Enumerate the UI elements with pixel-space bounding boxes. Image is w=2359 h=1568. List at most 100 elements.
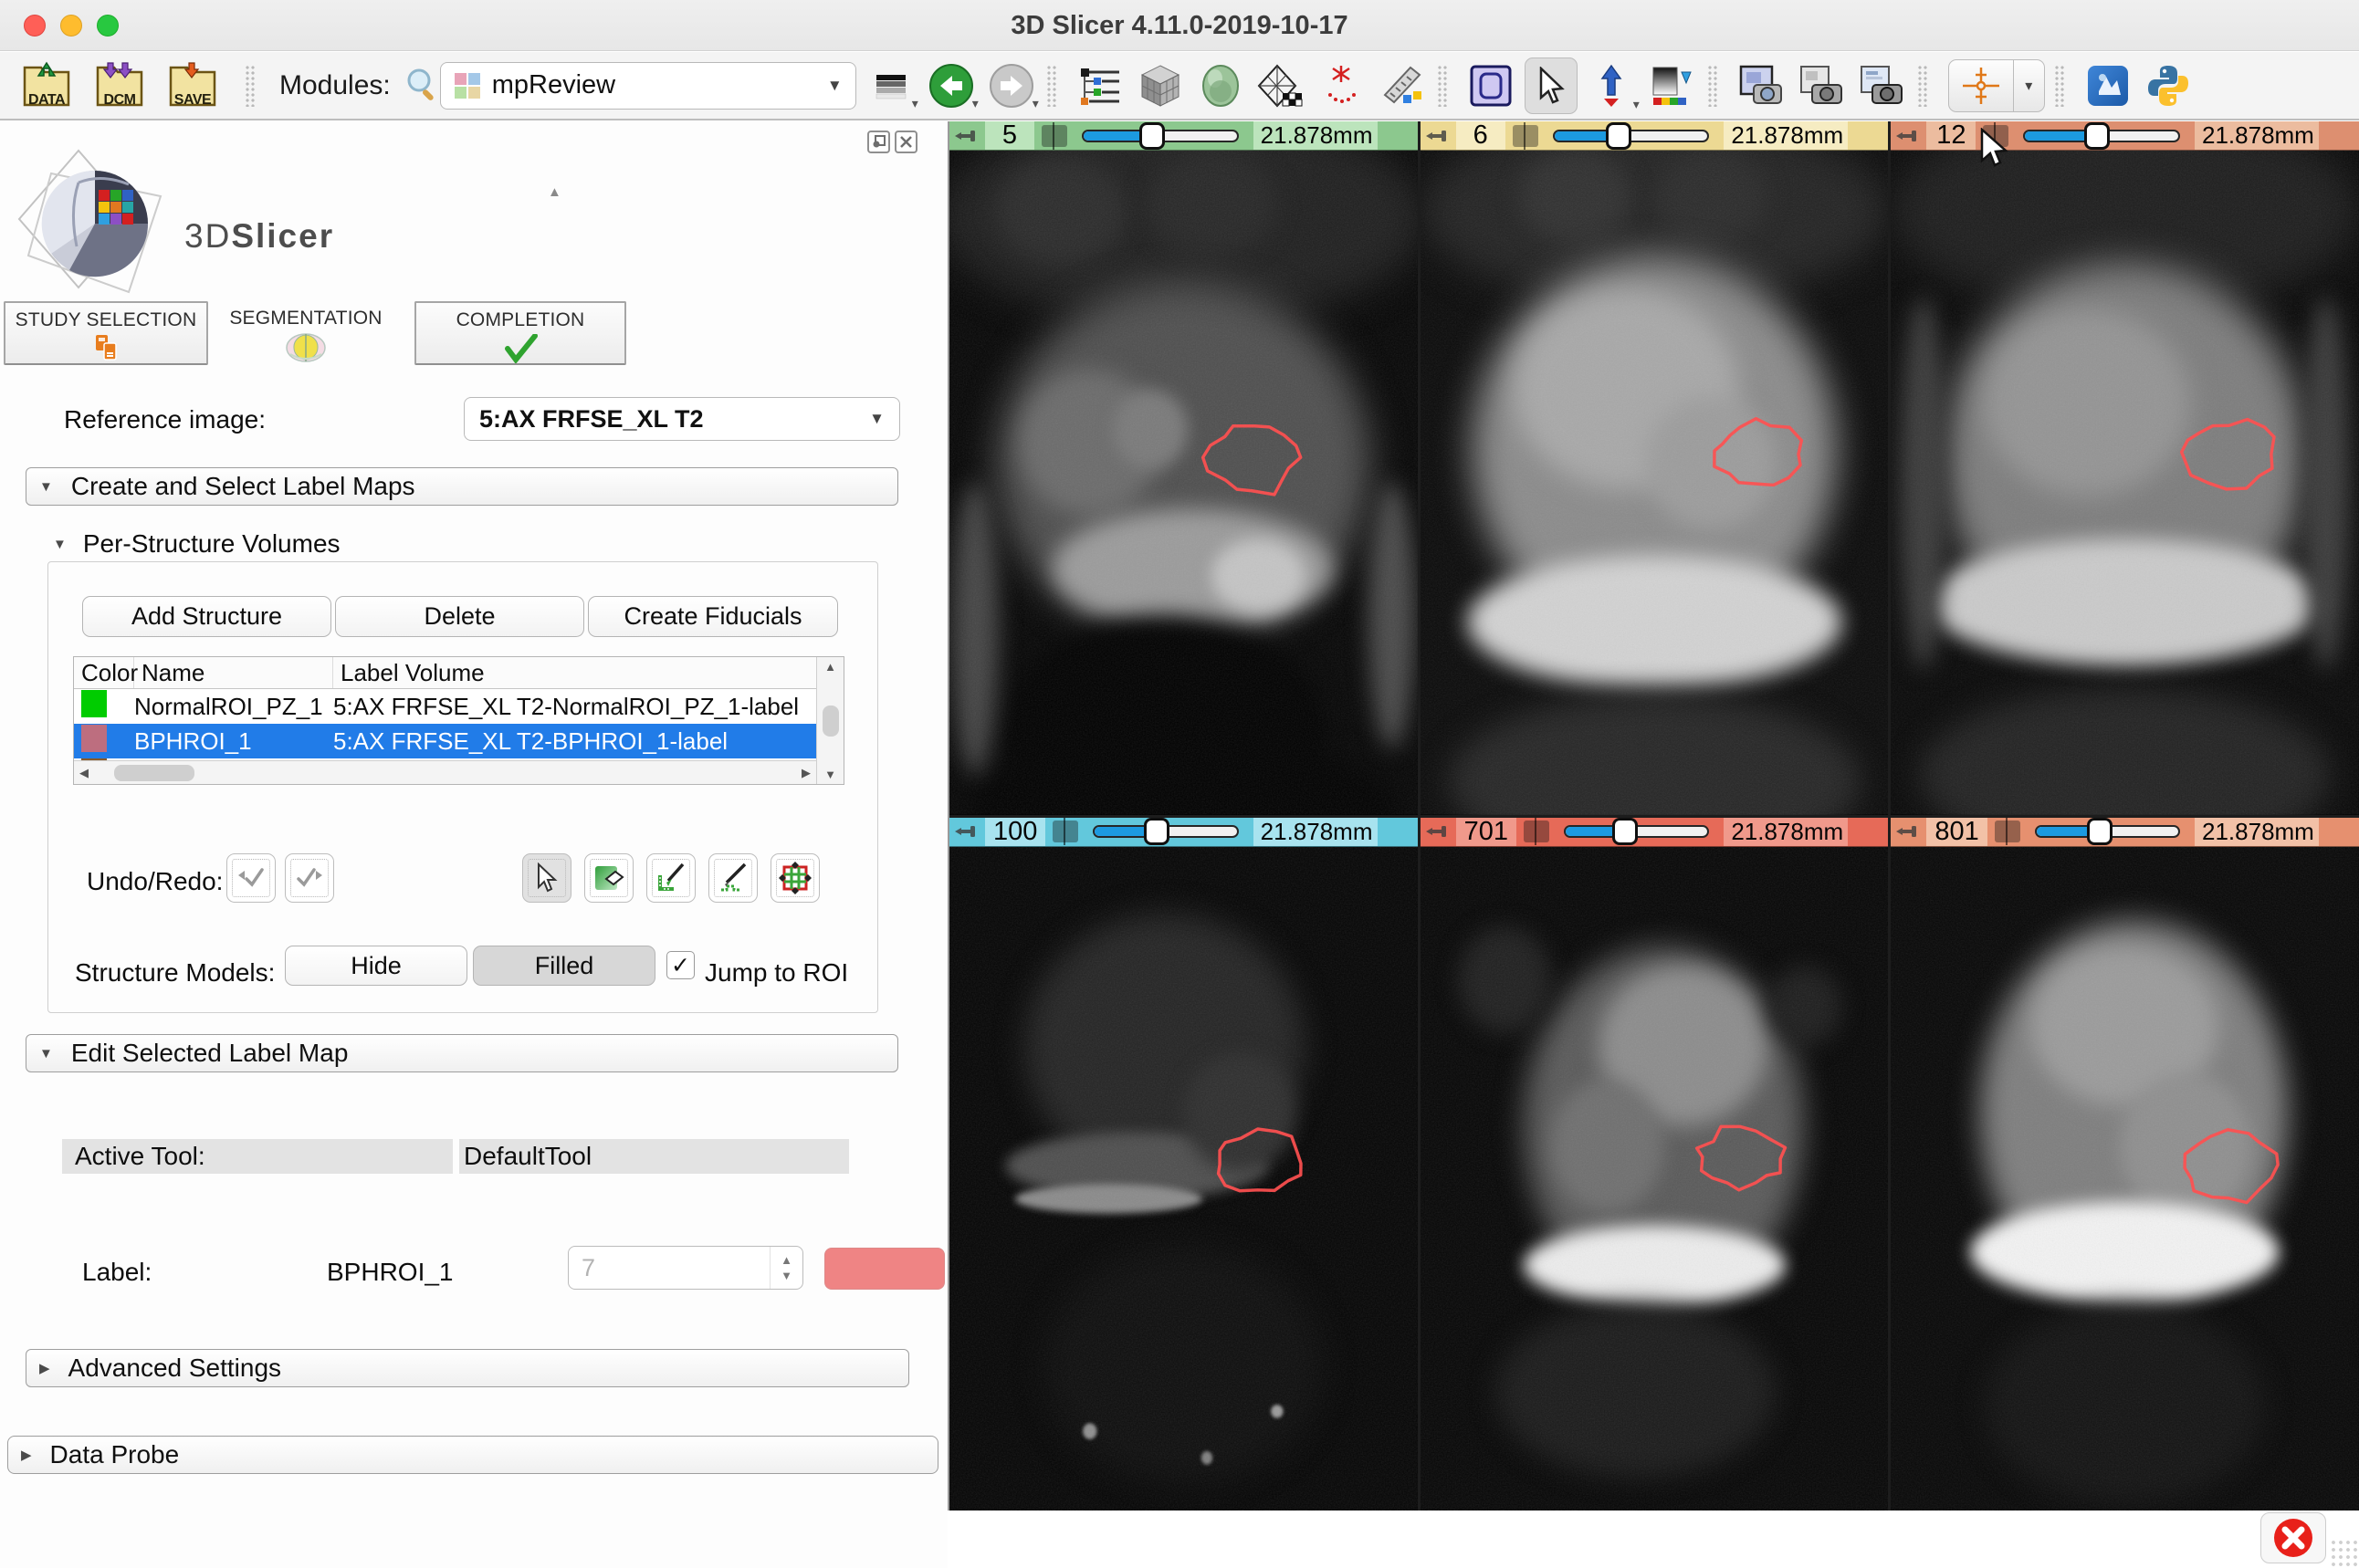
python-console-icon[interactable] [2142,57,2195,114]
scroll-down-icon[interactable]: ▼ [824,768,836,781]
mri-slice-image[interactable] [1891,151,2359,815]
layout-selector-button[interactable]: ▾ [865,58,917,113]
tab-segmentation[interactable]: SEGMENTATION [225,301,387,365]
draw-tool-button[interactable] [708,853,758,903]
pin-icon[interactable] [954,824,978,839]
slider-handle[interactable] [1606,122,1631,150]
undo-button[interactable] [226,853,276,903]
structure-row-NormalROI_PZ_1[interactable]: NormalROI_PZ_15:AX FRFSE_XL T2-NormalROI… [74,689,844,724]
close-error-button[interactable] [2260,1512,2326,1563]
markups-module-icon[interactable] [1315,57,1368,114]
scene-view-restore-icon[interactable] [1855,57,1908,114]
hide-models-button[interactable]: Hide [285,946,467,986]
slice-menu-icon[interactable] [1053,821,1078,842]
table-hscrollbar[interactable]: ◀ ▶ [74,760,816,784]
crosshair-split-button[interactable]: ▾ [1948,59,2045,112]
close-panel-button[interactable] [895,131,917,153]
slice-menu-icon[interactable] [1995,821,2020,842]
slice-slider[interactable] [1093,825,1238,838]
crosshair-dropdown[interactable]: ▾ [2014,59,2045,112]
pin-icon[interactable] [1895,129,1919,143]
scroll-up-icon[interactable]: ▲ [548,184,561,200]
slider-handle[interactable] [1144,818,1169,845]
colors-module-icon[interactable] [1645,57,1698,114]
mri-slice-image[interactable] [1421,151,1889,815]
reference-image-combobox[interactable]: 5:AX FRFSE_XL T2 ▼ [464,397,900,441]
mri-view[interactable] [1891,847,2359,1511]
window-level-icon[interactable] [1464,57,1517,114]
structure-row-BPHROI_1[interactable]: BPHROI_15:AX FRFSE_XL T2-BPHROI_1-label [74,724,844,758]
slider-handle[interactable] [2084,122,2110,150]
grow-cut-tool-button[interactable] [771,853,820,903]
slice-menu-icon[interactable] [1042,125,1067,147]
delete-structure-button[interactable]: Delete [335,596,584,637]
mri-view[interactable] [949,847,1418,1511]
scroll-left-icon[interactable]: ◀ [79,766,89,780]
save-data-button[interactable]: SAVE [163,55,223,117]
jump-to-roi-checkbox[interactable]: ✓ [666,951,695,979]
mri-slice-image[interactable] [1891,847,2359,1511]
mri-view[interactable] [949,151,1418,815]
slider-handle[interactable] [2087,818,2113,845]
resize-grip[interactable] [2330,1539,2357,1566]
mri-slice-image[interactable] [949,847,1418,1511]
slice-menu-icon[interactable] [1513,125,1538,147]
pin-icon[interactable] [954,129,978,143]
spinbox-arrows[interactable]: ▲▼ [770,1247,802,1289]
module-selector-combobox[interactable]: mpReview ▼ [440,62,856,110]
tab-study-selection[interactable]: STUDY SELECTION [4,301,208,365]
transforms-icon[interactable]: ▾ [1585,57,1638,114]
volumes-module-icon[interactable] [1134,57,1187,114]
redo-button[interactable] [285,853,334,903]
slice-slider[interactable] [2023,130,2180,142]
slider-handle[interactable] [1139,122,1165,150]
scroll-up-icon[interactable]: ▲ [824,660,836,674]
slice-slider[interactable] [2035,825,2180,838]
mri-view[interactable] [1421,847,1889,1511]
back-button[interactable]: ▾ [926,58,977,113]
crosshair-button[interactable] [1948,59,2014,112]
import-dicom-button[interactable]: DCM [89,55,150,117]
slice-slider[interactable] [1564,825,1709,838]
mri-view[interactable] [1421,151,1889,815]
annotations-ruler-icon[interactable] [1375,57,1428,114]
create-fiducials-button[interactable]: Create Fiducials [588,596,838,637]
tab-completion[interactable]: COMPLETION [414,301,626,365]
slider-handle[interactable] [1612,818,1638,845]
load-data-button[interactable]: DATA [16,55,77,117]
mri-view[interactable] [1891,151,2359,815]
slice-menu-icon[interactable] [1524,821,1549,842]
capture-screenshot-icon[interactable] [1735,57,1788,114]
add-structure-button[interactable]: Add Structure [82,596,331,637]
pin-icon[interactable] [1425,824,1449,839]
slice-slider[interactable] [1553,130,1710,142]
mouse-interaction-button[interactable] [1525,57,1578,114]
module-search-icon[interactable] [404,67,440,105]
default-tool-button[interactable] [522,853,571,903]
table-vscrollbar[interactable]: ▲ ▼ [816,657,844,784]
mri-slice-image[interactable] [1421,847,1889,1511]
forward-button[interactable]: ▾ [986,58,1037,113]
volume-rendering-icon[interactable] [1194,57,1247,114]
create-select-labelmaps-section[interactable]: ▼ Create and Select Label Maps [26,467,898,506]
scroll-right-icon[interactable]: ▶ [802,766,811,780]
mri-slice-image[interactable] [949,151,1418,815]
filled-models-button[interactable]: Filled [473,946,655,986]
edit-labelmap-section[interactable]: ▼ Edit Selected Label Map [26,1034,898,1072]
undock-panel-button[interactable] [867,131,890,153]
pin-icon[interactable] [1895,824,1919,839]
pin-icon[interactable] [1425,129,1449,143]
scene-view-capture-icon[interactable] [1795,57,1848,114]
data-probe-section[interactable]: ▶ Data Probe [7,1436,938,1474]
advanced-settings-section[interactable]: ▶ Advanced Settings [26,1349,909,1387]
vscroll-thumb[interactable] [823,706,839,737]
slice-slider[interactable] [1082,130,1239,142]
erase-tool-button[interactable] [584,853,634,903]
subject-hierarchy-icon[interactable] [1074,57,1127,114]
per-structure-volumes-section[interactable]: ▼ Per-Structure Volumes [53,529,341,559]
extensions-manager-icon[interactable] [2081,57,2134,114]
segmentations-module-icon[interactable] [1254,57,1307,114]
paint-tool-button[interactable] [646,853,696,903]
hscroll-thumb[interactable] [114,765,194,781]
label-value-spinbox[interactable]: 7 ▲▼ [568,1246,803,1290]
